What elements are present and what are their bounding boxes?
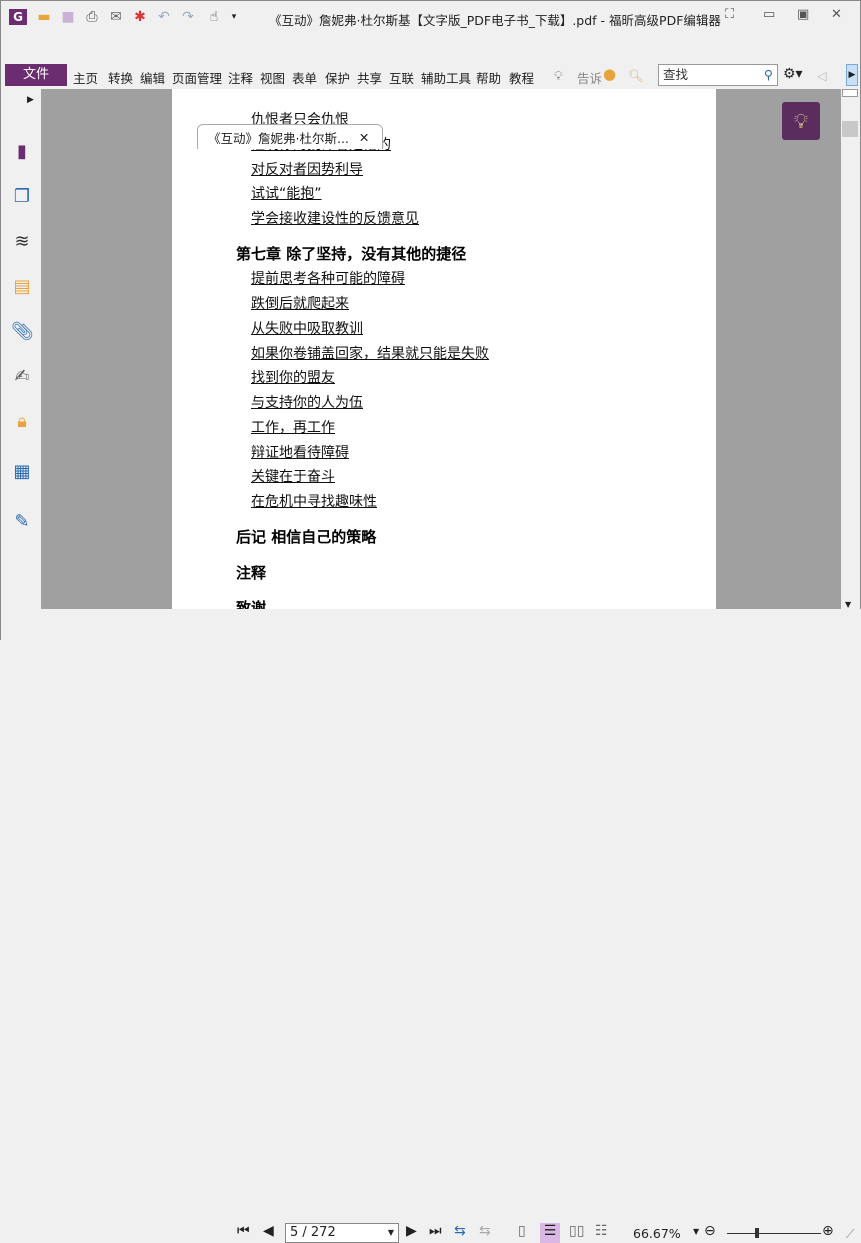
first-page-button[interactable]: ⏮ <box>237 1223 250 1239</box>
expand-panel-icon[interactable]: ▶ <box>27 95 34 105</box>
page-dropdown-icon[interactable]: ▼ <box>388 1224 394 1242</box>
toc-link[interactable]: 关键在于奋斗 <box>251 466 335 486</box>
minimize-button[interactable]: ▭ <box>763 7 775 22</box>
scroll-down-icon[interactable]: ▼ <box>845 600 851 609</box>
hand-tool-icon[interactable]: ☝ <box>205 9 223 25</box>
scrollbar-thumb[interactable] <box>842 121 858 137</box>
app-logo-icon: G <box>9 9 27 25</box>
pdf-page: 仇恨者只会仇恨 证明你的批评者是错的 对反对者因势利导 试试“能抱” 学会接收建… <box>172 89 716 609</box>
thanks-heading[interactable]: 致谢 <box>236 597 266 609</box>
zoom-dropdown-icon[interactable]: ▼ <box>693 1227 699 1236</box>
toc-link[interactable]: 试试“能抱” <box>251 183 322 203</box>
email-icon[interactable]: ✉ <box>107 9 125 25</box>
certificate-icon[interactable]: ✎ <box>11 511 33 533</box>
notes-heading[interactable]: 注释 <box>236 562 266 583</box>
toc-link[interactable]: 对反对者因势利导 <box>251 159 363 179</box>
page-number-value: 5 / 272 <box>290 1225 336 1240</box>
toc-link[interactable]: 与支持你的人为伍 <box>251 392 363 412</box>
zoom-level[interactable]: 66.67% <box>633 1226 681 1241</box>
last-page-button[interactable]: ⏭ <box>429 1223 442 1239</box>
menu-bar: 文件 主页 转换 编辑 页面管理 注释 视图 表单 保护 共享 互联 辅助工具 … <box>1 32 861 86</box>
print-icon[interactable]: ⎙ <box>83 9 101 25</box>
toc-link[interactable]: 提前思考各种可能的障碍 <box>251 268 405 288</box>
toc-link[interactable]: 找到你的盟友 <box>251 367 335 387</box>
form-fields-icon[interactable]: ▦ <box>11 461 33 483</box>
next-page-button[interactable]: ▶ <box>406 1223 417 1239</box>
next-view-icon[interactable]: ⇆ <box>479 1223 491 1239</box>
zoom-slider[interactable] <box>727 1233 821 1234</box>
tips-lightbulb-button[interactable]: 💡︎ <box>782 102 820 140</box>
page-number-input[interactable]: 5 / 272 ▼ <box>285 1223 399 1243</box>
zoom-slider-thumb[interactable] <box>755 1228 759 1238</box>
customize-dropdown-icon[interactable]: ▾ <box>225 9 243 25</box>
resize-grip-icon[interactable]: ⟋ <box>846 1227 854 1242</box>
new-document-icon[interactable]: ✱ <box>131 9 149 25</box>
navigation-sidebar: ▶ ▮ ❐ ≋ ▤ 📎︎ ✍ 🔒︎ ▦ ✎ <box>1 89 41 609</box>
close-button[interactable]: ✕ <box>831 7 842 22</box>
security-lock-icon[interactable]: 🔒︎ <box>11 411 33 433</box>
fullscreen-icon[interactable]: ⛶ <box>725 7 734 22</box>
attachment-icon[interactable]: 📎︎ <box>11 321 34 343</box>
toc-link[interactable]: 辩证地看待障碍 <box>251 442 349 462</box>
previous-page-button[interactable]: ◀ <box>263 1223 274 1239</box>
save-icon[interactable]: ■ <box>59 9 77 25</box>
afterword-heading[interactable]: 后记 相信自己的策略 <box>236 526 376 547</box>
single-page-icon[interactable]: ▯ <box>518 1223 526 1239</box>
open-folder-icon[interactable]: ▬ <box>35 9 53 25</box>
tab-bar: 开始 《互动》詹妮弗·杜尔斯...✕ ▼ <box>1 61 861 149</box>
toc-link[interactable]: 如果你卷铺盖回家，结果就只能是失败 <box>251 343 489 363</box>
previous-view-icon[interactable]: ⇆ <box>454 1223 466 1239</box>
chapter-heading[interactable]: 第七章 除了坚持，没有其他的捷径 <box>236 243 466 264</box>
vertical-scrollbar[interactable]: ▼ <box>841 89 859 609</box>
window-title: 《互动》詹妮弗·杜尔斯基【文字版_PDF电子书_下载】.pdf - 福昕高级PD… <box>269 13 721 28</box>
title-bar: G ▬ ■ ⎙ ✉ ✱ ↶ ↷ ☝ ▾ 《互动》詹妮弗·杜尔斯基【文字版_PDF… <box>1 1 861 33</box>
toc-link[interactable]: 工作，再工作 <box>251 417 335 437</box>
zoom-out-button[interactable]: ⊖ <box>704 1223 716 1239</box>
scroll-up-button[interactable] <box>842 89 858 97</box>
comments-icon[interactable]: ▤ <box>11 276 33 298</box>
toc-link[interactable]: 从失败中吸取教训 <box>251 318 363 338</box>
close-tab-icon[interactable]: ✕ <box>359 130 369 145</box>
continuous-facing-icon[interactable]: ☷ <box>595 1223 608 1239</box>
document-view: 仇恨者只会仇恨 证明你的批评者是错的 对反对者因势利导 试试“能抱” 学会接收建… <box>41 89 841 609</box>
tab-label: 《互动》詹妮弗·杜尔斯... <box>208 130 349 146</box>
tab-document[interactable]: 《互动》詹妮弗·杜尔斯... ✕ <box>197 124 383 149</box>
toc-link[interactable]: 在危机中寻找趣味性 <box>251 491 377 511</box>
layers-icon[interactable]: ≋ <box>11 231 33 253</box>
status-bar: ⏮ ◀ 5 / 272 ▼ ▶ ⏭ ⇆ ⇆ ▯ ☰ ▯▯ ☷ 66.67% ▼ ⊖… <box>1 609 861 1243</box>
toc-link[interactable]: 学会接收建设性的反馈意见 <box>251 208 419 228</box>
facing-page-icon[interactable]: ▯▯ <box>569 1223 584 1239</box>
continuous-page-icon[interactable]: ☰ <box>540 1223 560 1243</box>
zoom-in-button[interactable]: ⊕ <box>822 1223 834 1239</box>
page-thumbnails-icon[interactable]: ❐ <box>11 186 33 208</box>
undo-icon[interactable]: ↶ <box>155 9 173 25</box>
bookmark-icon[interactable]: ▮ <box>11 141 33 163</box>
redo-icon[interactable]: ↷ <box>179 9 197 25</box>
maximize-button[interactable]: ▣ <box>797 7 809 22</box>
signature-icon[interactable]: ✍ <box>11 366 33 388</box>
toc-link[interactable]: 跌倒后就爬起来 <box>251 293 349 313</box>
